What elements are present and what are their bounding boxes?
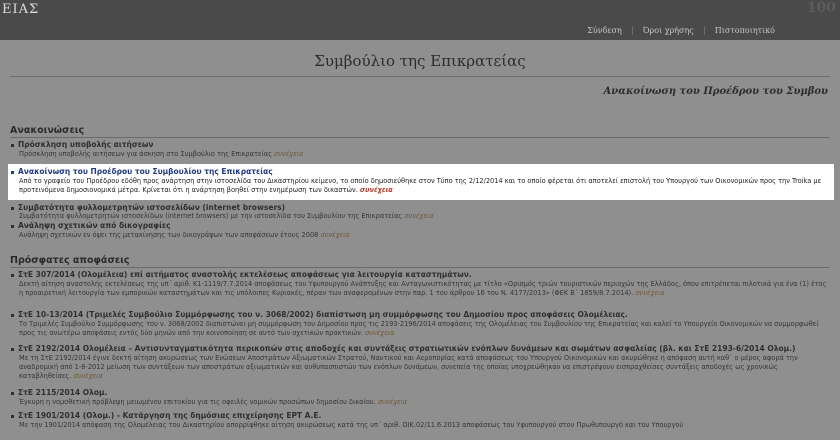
announcement-title[interactable]: Συμβατότητα φυλλομετρητών ιστοσελίδων (i… (11, 203, 285, 212)
bullet-icon (11, 347, 14, 351)
bullet-icon (11, 313, 14, 317)
bullet-icon (11, 414, 14, 418)
more-link[interactable]: συνέχεια (365, 329, 394, 337)
decision-text: Το Τριμελές Συμβούλιο Συμμόρφωσης του ν.… (19, 320, 819, 337)
more-link[interactable]: συνέχεια (74, 372, 103, 380)
bullet-icon (11, 391, 14, 395)
decision-title[interactable]: ΣτΕ 10-13/2014 (Τριμελές Συμβούλιο Συμμό… (11, 310, 628, 319)
announcement-title[interactable]: Ανακοίνωση του Προέδρου του Συμβουλίου τ… (11, 167, 273, 176)
nav-terms[interactable]: Όροι χρήσης (631, 26, 704, 35)
decision-title[interactable]: ΣτΕ 307/2014 (Ολομέλεια) επί αιτήματος α… (11, 270, 472, 279)
highlighted-announcement: Ανακοίνωση του Προέδρου του Συμβουλίου τ… (8, 164, 834, 200)
announcement-title[interactable]: Ανάληψη σχετικών από δικογραφίες (11, 221, 171, 230)
corner-logo-icon: 100 (806, 0, 836, 16)
top-bar: ΕΙΑΣ 100 Σύνδεση Όροι χρήσης Πιστοποιητι… (0, 0, 840, 40)
nav-login[interactable]: Σύνδεση (577, 26, 632, 35)
more-link[interactable]: συνέχεια (404, 212, 433, 220)
page-content: Συμβούλιο της Επικρατείας Ανακοίνωση του… (0, 40, 840, 440)
decision-text: Με την 1901/2014 απόφαση της Ολομέλειας … (19, 421, 684, 429)
announcement-title[interactable]: Πρόσκληση υποβολής αιτήσεων (11, 140, 154, 149)
title-divider (10, 76, 830, 77)
more-link[interactable]: συνέχεια (360, 186, 393, 194)
top-nav: Σύνδεση Όροι χρήσης Πιστοποιητικό (577, 26, 785, 35)
bullet-icon (11, 170, 14, 174)
decision-title[interactable]: ΣτΕ 1901/2014 (Ολομ.) - Κατάργηση της δη… (11, 411, 321, 420)
decision-title[interactable]: ΣτΕ 2115/2014 Ολομ. (11, 388, 107, 397)
page-title: Συμβούλιο της Επικρατείας (314, 52, 526, 70)
bullet-icon (11, 273, 14, 277)
decision-title[interactable]: ΣτΕ 2192/2014 Ολομέλεια – Αντισυνταγματι… (11, 344, 795, 353)
bullet-icon (11, 143, 14, 147)
bullet-icon (11, 224, 14, 228)
decision-text: Έγκυρη η νομοθετική πρόβλεψη μειωμένου ε… (19, 398, 408, 406)
section-announcements-title: Ανακοινώσεις (10, 125, 830, 138)
announcement-text: Πρόσκληση υποβολής αιτήσεων για άσκηση σ… (19, 150, 304, 158)
more-link[interactable]: συνέχεια (274, 150, 303, 158)
announcement-text: Από το γραφείο του Προέδρου εδόθη προς α… (19, 177, 822, 194)
announcement-heading: Ανακοίνωση του Προέδρου του Συμβου (603, 86, 828, 97)
bullet-icon (11, 206, 14, 210)
section-recent-title: Πρόσφατες αποφάσεις (10, 255, 830, 268)
announcement-text: Συμβατότητα φυλλομετρητών ιστοσελίδων (i… (19, 212, 434, 220)
decision-text: Με τη ΣτΕ 2192/2014 έγινε δεκτή αίτηση α… (19, 354, 798, 380)
decision-text: Δεκτή αίτηση αναστολής εκτελέσεως της υπ… (19, 280, 827, 297)
nav-certificate[interactable]: Πιστοποιητικό (703, 26, 785, 35)
more-link[interactable]: συνέχεια (378, 398, 407, 406)
site-brand: ΕΙΑΣ (2, 2, 40, 17)
more-link[interactable]: συνέχεια (320, 231, 349, 239)
more-link[interactable]: συνέχεια (635, 289, 664, 297)
announcement-text: Ανάληψη σχετικών εν όψει της μετακίνησης… (19, 231, 350, 239)
